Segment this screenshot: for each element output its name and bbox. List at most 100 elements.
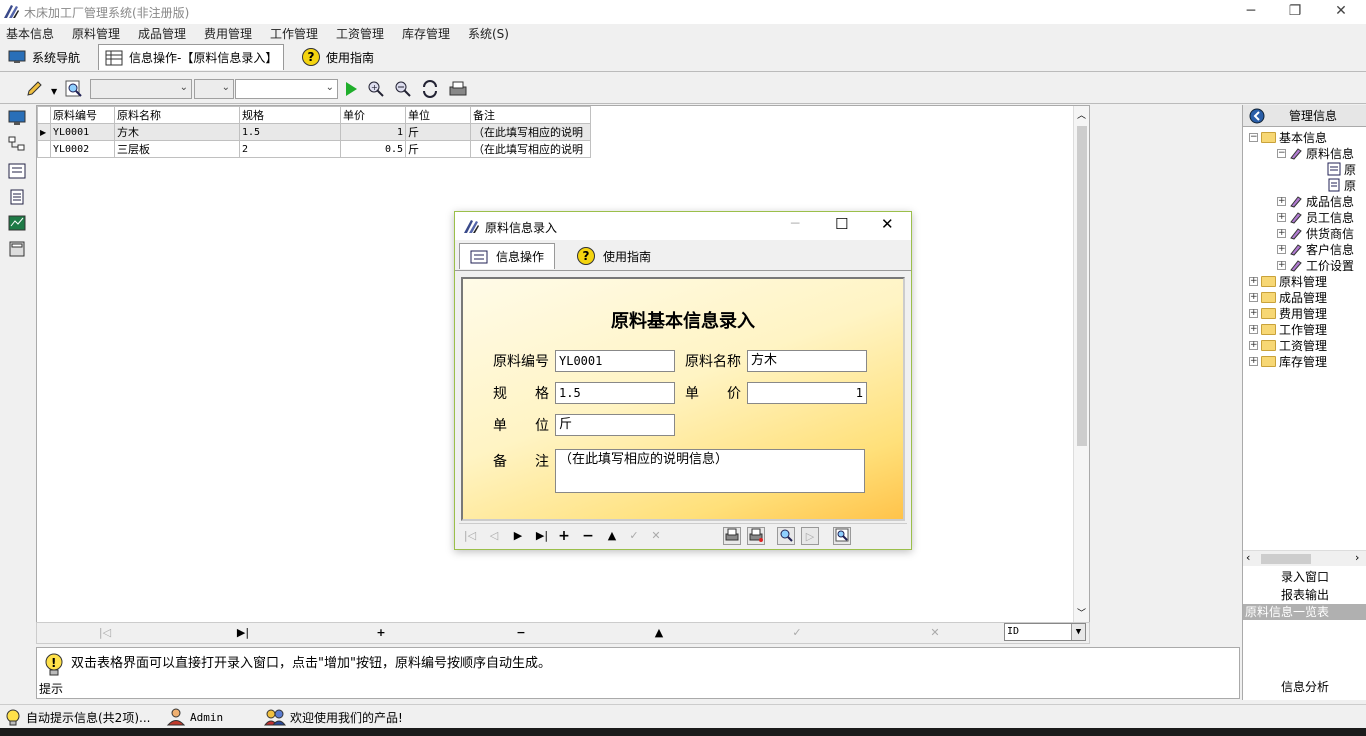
menu-product[interactable]: 成品管理 <box>138 25 186 42</box>
grid-vertical-scrollbar[interactable]: ︿ ﹀ <box>1073 106 1089 622</box>
column-header[interactable]: 备注 <box>470 106 591 124</box>
collapse-left-icon[interactable] <box>1249 108 1265 124</box>
first-record-button[interactable]: |◁ <box>97 625 113 641</box>
tree-node-salary-mgmt[interactable]: + 工资管理 <box>1249 337 1327 353</box>
print-button[interactable] <box>448 79 468 99</box>
cancel-record-button[interactable]: ✕ <box>927 625 943 641</box>
value-combo[interactable]: ⌄ <box>235 79 338 99</box>
price-field[interactable]: 1 <box>747 382 867 404</box>
menu-system[interactable]: 系统(S) <box>468 25 509 42</box>
post-record-button[interactable]: ✓ <box>625 527 643 545</box>
info-analysis-button[interactable]: 信息分析 <box>1243 679 1366 696</box>
menu-salary[interactable]: 工资管理 <box>336 25 384 42</box>
expand-icon[interactable]: + <box>1277 260 1286 270</box>
scrollbar-thumb[interactable] <box>1261 554 1311 564</box>
tab-info-ops[interactable]: 信息操作-【原料信息录入】 <box>98 44 285 70</box>
restore-button[interactable]: ❐ <box>1272 0 1318 24</box>
add-record-button[interactable]: + <box>373 625 389 641</box>
document-icon[interactable] <box>8 189 26 205</box>
tree-node-product-mgmt[interactable]: + 成品管理 <box>1249 289 1327 305</box>
preview-button[interactable] <box>64 79 84 99</box>
run-query-button[interactable] <box>341 79 361 99</box>
find-remove-button[interactable] <box>393 79 413 99</box>
tree-node-wage-settings[interactable]: + 工价设置 <box>1277 257 1354 273</box>
next-record-button[interactable]: ▶ <box>509 527 527 545</box>
cancel-record-button[interactable]: ✕ <box>647 527 665 545</box>
tree-node-material-info[interactable]: − 原料信息 <box>1277 145 1354 161</box>
dialog-close-button[interactable]: ✕ <box>881 215 894 233</box>
tree-structure-icon[interactable] <box>8 136 26 152</box>
close-button[interactable]: ✕ <box>1318 0 1364 24</box>
expand-icon[interactable]: + <box>1277 212 1286 222</box>
chevron-right-icon[interactable]: › <box>1355 551 1359 564</box>
dialog-maximize-button[interactable]: ☐ <box>835 215 848 233</box>
chevron-left-icon[interactable]: ‹ <box>1246 551 1250 564</box>
calculator-icon[interactable] <box>8 241 26 257</box>
delete-record-button[interactable]: − <box>579 527 597 545</box>
table-cell[interactable]: 斤 <box>405 123 471 141</box>
table-cell[interactable]: YL0002 <box>50 140 115 158</box>
print-button[interactable] <box>723 527 741 545</box>
table-row[interactable]: ▶ YL0001 方木 1.5 1 斤 （在此填写相应的说明 <box>37 123 591 141</box>
scrollbar-thumb[interactable] <box>1077 126 1087 446</box>
table-cell[interactable]: 1 <box>340 123 406 141</box>
table-cell[interactable]: 三层板 <box>114 140 240 158</box>
tree-node-inventory-mgmt[interactable]: + 库存管理 <box>1249 353 1327 369</box>
collapse-icon[interactable]: − <box>1249 132 1258 142</box>
column-header[interactable]: 原料编号 <box>50 106 115 124</box>
tree-node-employee-info[interactable]: + 员工信息 <box>1277 209 1354 225</box>
expand-icon[interactable]: + <box>1249 356 1258 366</box>
tree-node-customer-info[interactable]: + 客户信息 <box>1277 241 1354 257</box>
delete-record-button[interactable]: − <box>513 625 529 641</box>
report-output-button[interactable]: 报表输出 <box>1243 587 1366 604</box>
tree-node-product-info[interactable]: + 成品信息 <box>1277 193 1354 209</box>
last-record-button[interactable]: ▶| <box>235 625 251 641</box>
table-cell[interactable]: 1.5 <box>239 123 341 141</box>
table-row[interactable]: YL0002 三层板 2 0.5 斤 （在此填写相应的说明 <box>37 140 591 158</box>
prior-record-button[interactable]: ◁ <box>485 527 503 545</box>
edit-record-button[interactable]: ▲ <box>651 625 667 641</box>
table-cell[interactable]: 2 <box>239 140 341 158</box>
expand-icon[interactable]: + <box>1249 292 1258 302</box>
edit-button[interactable] <box>24 79 44 99</box>
chevron-down-icon[interactable]: ﹀ <box>1077 606 1086 619</box>
post-record-button[interactable]: ✓ <box>789 625 805 641</box>
material-table[interactable]: 原料编号 原料名称 规格 单价 单位 备注 ▶ YL0001 方木 1.5 1 … <box>37 106 591 158</box>
column-header[interactable]: 单位 <box>405 106 471 124</box>
column-header[interactable]: 规格 <box>239 106 341 124</box>
tree-node-expense-mgmt[interactable]: + 费用管理 <box>1249 305 1327 321</box>
menu-inventory[interactable]: 库存管理 <box>402 25 450 42</box>
monitor-icon[interactable] <box>8 110 26 126</box>
tree-node-work-mgmt[interactable]: + 工作管理 <box>1249 321 1327 337</box>
menu-basic-info[interactable]: 基本信息 <box>6 25 54 42</box>
tab-system-nav[interactable]: 系统导航 <box>2 44 86 70</box>
expand-icon[interactable]: + <box>1249 308 1258 318</box>
zoom-button[interactable] <box>833 527 851 545</box>
collapse-icon[interactable]: − <box>1277 148 1286 158</box>
expand-icon[interactable]: + <box>1277 228 1286 238</box>
find-add-button[interactable]: + <box>366 79 386 99</box>
next-page-button[interactable]: ▷ <box>801 527 819 545</box>
print-setup-button[interactable] <box>747 527 765 545</box>
expand-icon[interactable]: + <box>1277 196 1286 206</box>
dialog-minimize-button[interactable]: ─ <box>791 216 799 232</box>
expand-icon[interactable]: + <box>1249 340 1258 350</box>
sort-field-select[interactable]: ID ▼ <box>1004 623 1086 641</box>
form-icon[interactable] <box>8 163 26 179</box>
table-cell[interactable]: 0.5 <box>340 140 406 158</box>
spec-field[interactable]: 1.5 <box>555 382 675 404</box>
expand-icon[interactable]: + <box>1277 244 1286 254</box>
tree-node-material-list[interactable]: 原 <box>1327 177 1356 193</box>
table-cell[interactable]: YL0001 <box>50 123 115 141</box>
column-header[interactable]: 原料名称 <box>114 106 240 124</box>
tree-node-basic-info[interactable]: − 基本信息 <box>1249 129 1327 145</box>
table-cell[interactable]: 方木 <box>114 123 240 141</box>
menu-work[interactable]: 工作管理 <box>270 25 318 42</box>
tree-node-material-mgmt[interactable]: + 原料管理 <box>1249 273 1327 289</box>
tree-node-supplier-info[interactable]: + 供货商信 <box>1277 225 1354 241</box>
auto-hint-status[interactable]: 自动提示信息(共2项)... <box>4 708 150 726</box>
material-list-item-selected[interactable]: 原料信息一览表 <box>1243 604 1366 620</box>
table-cell[interactable]: （在此填写相应的说明 <box>470 140 591 158</box>
code-field[interactable]: YL0001 <box>555 350 675 372</box>
table-cell[interactable]: 斤 <box>405 140 471 158</box>
